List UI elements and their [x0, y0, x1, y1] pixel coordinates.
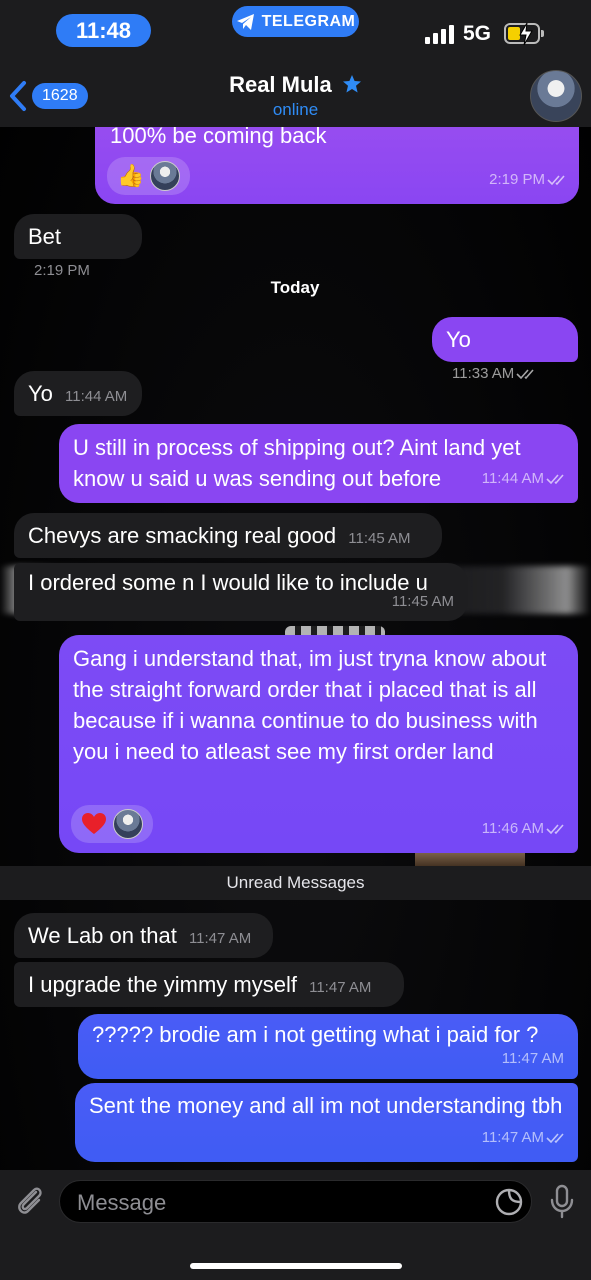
status-time[interactable]: 11:48	[56, 14, 151, 47]
message-time: 11:47 AM	[501, 1050, 564, 1067]
chat-header: 1628 Real Mula online	[0, 60, 591, 127]
read-ticks-icon	[546, 1132, 564, 1143]
reaction-group[interactable]: 👍	[107, 157, 191, 195]
message-meta: 11:44 AM	[482, 463, 568, 494]
message-text: Sent the money and all im not understand…	[89, 1093, 563, 1118]
message-text: Yo	[446, 327, 471, 352]
microphone-icon[interactable]	[549, 1184, 575, 1220]
message-time: 2:19 PM	[34, 262, 90, 279]
message-outgoing[interactable]: ????? brodie am i not getting what i pai…	[78, 1014, 578, 1079]
message-time: 11:45 AM	[391, 593, 454, 610]
message-incoming[interactable]: We Lab on that 11:47 AM	[14, 913, 273, 958]
battery-icon	[504, 22, 544, 46]
telegram-icon	[236, 13, 254, 30]
signal-icon	[425, 24, 455, 44]
message-time: 11:45 AM	[348, 530, 411, 547]
message-incoming[interactable]: Yo 11:44 AM	[14, 371, 142, 416]
message-time: 11:46 AM	[481, 820, 544, 837]
sticker-icon[interactable]	[494, 1187, 524, 1217]
message-meta: 2:19 PM	[489, 164, 569, 195]
message-text: I upgrade the yimmy myself	[28, 972, 297, 997]
message-time: 11:47 AM	[481, 1129, 544, 1146]
message-text: Gang i understand that, im just tryna kn…	[73, 646, 547, 764]
read-ticks-icon	[516, 368, 534, 379]
message-meta: 11:46 AM	[482, 813, 568, 844]
heart-icon	[82, 813, 106, 834]
message-outgoing[interactable]: Gang i understand that, im just tryna kn…	[59, 635, 578, 853]
input-bar: Message	[0, 1170, 591, 1280]
contact-name: Real Mula	[229, 72, 332, 97]
message-incoming[interactable]: Chevys are smacking real good 11:45 AM	[14, 513, 442, 558]
message-input[interactable]: Message	[59, 1180, 532, 1223]
message-text: We Lab on that	[28, 923, 177, 948]
unread-messages-separator: Unread Messages	[0, 866, 591, 900]
star-icon	[342, 75, 361, 93]
chat-title[interactable]: Real Mula	[0, 72, 591, 98]
message-time: 11:47 AM	[309, 979, 372, 996]
message-time: 11:44 AM	[65, 388, 128, 405]
home-indicator[interactable]	[190, 1263, 402, 1269]
message-meta: 11:33 AM	[452, 358, 538, 389]
message-text: ????? brodie am i not getting what i pai…	[92, 1022, 539, 1047]
message-input-placeholder: Message	[77, 1190, 167, 1215]
message-incoming[interactable]: I upgrade the yimmy myself 11:47 AM	[14, 962, 404, 1007]
reaction-group[interactable]	[71, 805, 153, 843]
message-incoming[interactable]: I ordered some n I would like to include…	[14, 563, 468, 621]
message-text: I ordered some n I would like to include…	[28, 570, 428, 595]
message-time: 11:47 AM	[188, 930, 252, 947]
attach-icon[interactable]	[14, 1184, 46, 1218]
message-outgoing[interactable]: U still in process of shipping out? Aint…	[59, 424, 578, 503]
thumbs-up-icon: 👍	[117, 163, 145, 188]
message-text: Bet	[28, 224, 62, 249]
date-separator: Today	[270, 278, 320, 297]
read-ticks-icon	[547, 174, 565, 185]
message-text: Yo	[28, 381, 53, 406]
telegram-pill-label: TELEGRAM	[261, 12, 356, 30]
message-time: 11:33 AM	[452, 365, 515, 382]
message-meta: 11:47 AM	[482, 1122, 568, 1153]
reactor-avatar	[113, 809, 143, 839]
network-type: 5G	[463, 22, 492, 45]
message-time: 2:19 PM	[489, 171, 545, 188]
status-bar: 11:48 TELEGRAM 5G	[0, 0, 591, 60]
telegram-pill[interactable]: TELEGRAM	[232, 6, 359, 37]
contact-status: online	[272, 100, 319, 119]
contact-avatar[interactable]	[530, 70, 582, 122]
reactor-avatar	[150, 161, 181, 191]
message-time: 11:44 AM	[481, 470, 544, 487]
message-outgoing[interactable]: Yo 11:33 AM	[432, 317, 578, 382]
read-ticks-icon	[546, 473, 564, 484]
message-outgoing[interactable]: Sent the money and all im not understand…	[75, 1083, 578, 1162]
message-incoming[interactable]: Bet 2:19 PM	[14, 214, 142, 279]
read-ticks-icon	[546, 823, 564, 834]
message-text: Chevys are smacking real good	[28, 523, 337, 548]
